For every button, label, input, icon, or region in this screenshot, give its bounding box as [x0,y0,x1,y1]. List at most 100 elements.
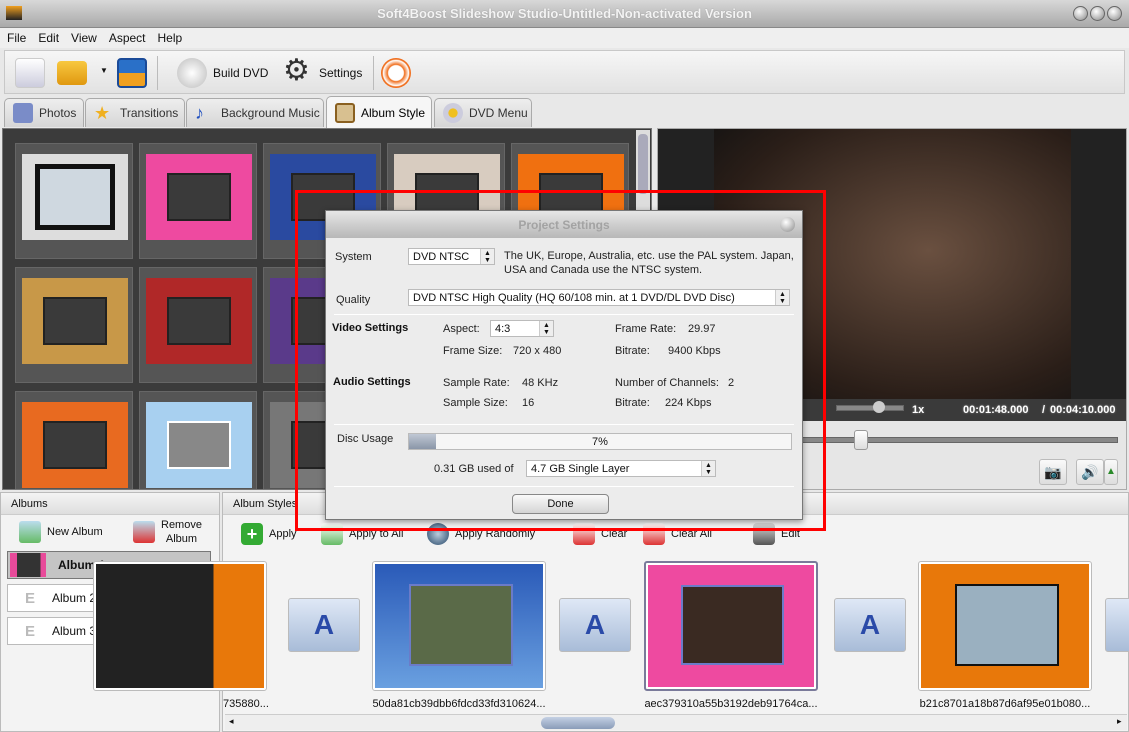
transition-thumb[interactable]: A [1105,598,1129,652]
album-style-thumb[interactable] [139,391,257,489]
system-select[interactable]: DVD NTSC ▲ ▼ [408,248,495,265]
tab-photos[interactable]: Photos [4,98,84,127]
build-dvd-button[interactable]: Build DVD [175,55,285,91]
disc-type-select[interactable]: 4.7 GB Single Layer ▲ ▼ [526,460,716,477]
aspect-value: 4:3 [495,323,511,335]
horizontal-scrollbar[interactable]: ◂ ▸ [225,714,1127,730]
apply-to-all-label: Apply to All [349,528,404,540]
album-style-thumb[interactable] [15,143,133,259]
album-name: Album 2 [52,591,97,605]
apply-randomly-button[interactable]: Apply Randomly [427,523,535,545]
spinner-icon: ▲ ▼ [480,249,494,264]
timeline-knob[interactable] [854,430,868,450]
new-album-button[interactable]: New Album [19,517,103,547]
open-project-icon[interactable] [57,61,87,85]
tab-dvd-menu[interactable]: DVD Menu [434,98,532,127]
album-styles-panel: Album Styles + Apply Apply to All Apply R… [93,492,1129,732]
slide-filename: b21c8701a18b87d6af95e01b080... [919,698,1091,710]
gear-icon: ⚙ [283,54,310,87]
time-separator: / [1042,404,1046,416]
toolbar-divider [157,56,158,90]
tab-label: DVD Menu [469,106,528,120]
save-icon[interactable] [117,58,147,88]
quality-select[interactable]: DVD NTSC High Quality (HQ 60/108 min. at… [408,289,790,306]
speed-slider[interactable] [836,405,904,411]
slide-thumb[interactable] [918,561,1092,691]
edit-button[interactable]: Edit [753,523,800,545]
speed-label: 1x [912,404,925,416]
dialog-close-button[interactable] [780,217,795,232]
scrollbar-thumb[interactable] [541,717,615,729]
toolbar: ▼ Build DVD ⚙ Settings [4,50,1125,94]
divider [334,424,794,425]
menu-edit[interactable]: Edit [31,28,64,48]
menu-view[interactable]: View [64,28,102,48]
new-album-icon [19,521,41,543]
menu-help[interactable]: Help [151,28,188,48]
done-button[interactable]: Done [512,494,609,514]
frame-rate-label: Frame Rate: [615,323,677,335]
tab-label: Album Style [361,105,426,120]
dvd-menu-icon [443,103,463,123]
empty-album-icon: E [24,622,35,640]
tab-label: Background Music [221,106,320,120]
transition-thumb[interactable]: A [559,598,631,652]
apply-button[interactable]: + Apply [241,523,297,545]
aspect-label: Aspect: [443,323,480,335]
slide-filename: 735880... [223,698,269,710]
slide-thumb-selected[interactable] [644,561,818,691]
speed-slider-knob[interactable] [873,401,885,413]
remove-album-button[interactable]: Remove Album [133,517,202,547]
aspect-select[interactable]: 4:3 ▲ ▼ [490,320,554,337]
slide-filename: 50da81cb39dbb6fdcd33fd310624... [372,698,546,710]
sample-size-label: Sample Size: [443,397,508,409]
menu-aspect[interactable]: Aspect [102,28,151,48]
scroll-left-icon[interactable]: ◂ [229,716,234,727]
new-project-icon[interactable] [15,58,45,88]
album-style-thumb[interactable] [15,391,133,489]
tab-transitions[interactable]: ★ Transitions [85,98,185,127]
title-bar: Soft4Boost Slideshow Studio-Untitled-Non… [0,0,1129,28]
volume-expand-button[interactable]: ▲ [1104,459,1118,485]
edit-label: Edit [781,528,800,540]
apply-to-all-button[interactable]: Apply to All [321,523,403,545]
snapshot-button[interactable]: 📷 [1039,459,1067,485]
sample-rate-value: 48 KHz [522,377,559,389]
scrollbar-thumb[interactable] [638,134,648,194]
tab-background-music[interactable]: ♪ Background Music [186,98,324,127]
help-lifebuoy-icon[interactable] [381,58,411,88]
scroll-right-icon[interactable]: ▸ [1117,716,1122,727]
slide-thumb[interactable] [372,561,546,691]
album-style-thumb[interactable] [15,267,133,383]
disc-usage-label: Disc Usage [337,433,394,445]
album-style-thumb[interactable] [139,143,257,259]
transition-thumb[interactable]: A [288,598,360,652]
dialog-title: Project Settings [326,211,802,238]
album-thumbnail [10,553,46,577]
video-bitrate-value: 9400 Kbps [668,345,721,357]
clear-button[interactable]: Clear [573,523,627,545]
total-time: 00:04:10.000 [1050,404,1116,416]
sample-rate-label: Sample Rate: [443,377,510,389]
tab-album-style[interactable]: Album Style [326,96,432,128]
new-album-label: New Album [47,526,103,538]
clear-all-button[interactable]: Clear All [643,523,712,545]
album-style-thumb[interactable] [139,267,257,383]
volume-button[interactable]: 🔊 [1076,459,1104,485]
frame-size-label: Frame Size: [443,345,503,357]
quality-value: DVD NTSC High Quality (HQ 60/108 min. at… [413,292,735,304]
dvd-check-icon [177,58,207,88]
tab-label: Transitions [120,106,179,120]
album-name: Album 3 [52,624,97,638]
clear-label: Clear [601,528,628,540]
close-button[interactable] [1107,6,1122,21]
transition-thumb[interactable]: A [834,598,906,652]
disc-usage-percent: 7% [592,436,608,448]
minimize-button[interactable] [1073,6,1088,21]
chevron-down-icon[interactable]: ▼ [100,66,108,75]
system-label: System [335,251,372,263]
maximize-button[interactable] [1090,6,1105,21]
slide-thumb[interactable] [93,561,267,691]
menu-file[interactable]: File [0,28,31,48]
settings-button[interactable]: ⚙ Settings [281,55,371,91]
